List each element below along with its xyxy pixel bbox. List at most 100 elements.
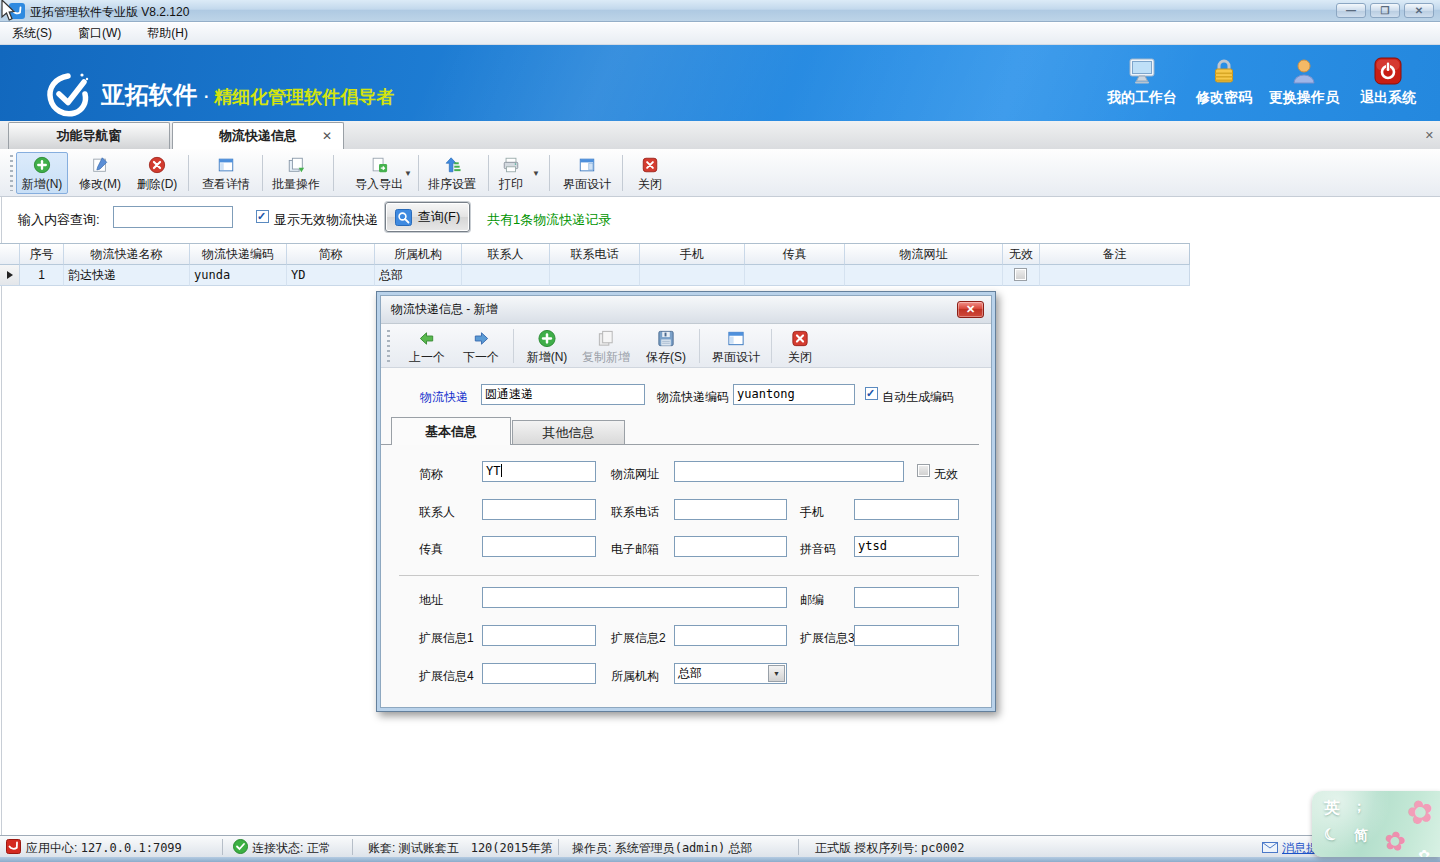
ext4-input[interactable] (482, 663, 596, 684)
close-button[interactable]: ✕ (1404, 3, 1434, 18)
restore-button[interactable]: ❐ (1370, 3, 1400, 18)
menu-help[interactable]: 帮助(H) (147, 25, 188, 42)
toolbar-import-export-button[interactable]: 导入导出 (347, 152, 411, 194)
workbench-button[interactable]: 我的工作台 (1104, 57, 1180, 107)
header-remark[interactable]: 备注 (1040, 244, 1190, 265)
dialog-next-button[interactable]: 下一个 (457, 326, 505, 366)
header-invalid[interactable]: 无效 (1003, 244, 1040, 265)
message-icon[interactable] (1262, 842, 1278, 853)
close-icon (640, 156, 660, 174)
org-select[interactable]: 总部 ▼ (674, 663, 787, 684)
toolbar-batch-button[interactable]: 批量操作 (264, 152, 328, 194)
org-dropdown-button[interactable]: ▼ (768, 665, 785, 682)
dialog-design-button[interactable]: 界面设计 (707, 326, 765, 366)
toolbar-delete-button[interactable]: 删除(D) (131, 152, 183, 194)
contact-input[interactable] (482, 499, 596, 520)
tab-other-info[interactable]: 其他信息 (512, 420, 625, 445)
auto-code-checkbox[interactable] (865, 387, 878, 400)
change-password-button[interactable]: 修改密码 (1195, 57, 1253, 107)
url-input[interactable] (674, 461, 904, 482)
next-icon (471, 329, 491, 348)
print-caret-icon[interactable]: ▼ (532, 169, 540, 178)
toolbar-edit-button[interactable]: 修改(M) (74, 152, 126, 194)
show-invalid-checkbox[interactable] (256, 210, 269, 223)
toolbar-grip (10, 155, 13, 191)
header-abbr[interactable]: 简称 (287, 244, 375, 265)
tabstrip-close-icon[interactable]: ✕ (1425, 129, 1434, 142)
menubar: 系统(S) 窗口(W) 帮助(H) (0, 23, 1440, 45)
header-phone[interactable]: 联系电话 (550, 244, 640, 265)
mobile-input[interactable] (854, 499, 959, 520)
header-url[interactable]: 物流网址 (845, 244, 1003, 265)
ime-punct-indicator[interactable]: ； (1352, 798, 1366, 816)
header-seq[interactable]: 序号 (20, 244, 64, 265)
minimize-button[interactable]: — (1336, 3, 1366, 18)
fax-input[interactable] (482, 536, 596, 557)
logistics-name-input[interactable]: 圆通速递 (481, 384, 645, 405)
ext3-input[interactable] (854, 625, 959, 646)
import-export-caret-icon[interactable]: ▼ (404, 169, 412, 178)
table-row[interactable]: 1 韵达快递 yunda YD 总部 (0, 265, 1190, 286)
url-label: 物流网址 (611, 466, 659, 483)
tab-close-icon[interactable]: ✕ (321, 130, 333, 142)
user-icon (1290, 57, 1318, 85)
batch-icon (286, 156, 306, 174)
search-input[interactable] (113, 206, 233, 228)
tab-nav-window[interactable]: 功能导航窗 (8, 122, 170, 149)
header-code[interactable]: 物流快递编码 (190, 244, 287, 265)
dialog-close-toolbar-button[interactable]: 关闭 (779, 326, 821, 366)
ime-toolbar[interactable]: ✿ ✿ ✿ 英 ； ☾ 简 (1312, 791, 1440, 857)
zip-input[interactable] (854, 587, 959, 608)
ext2-input[interactable] (674, 625, 787, 646)
menu-system[interactable]: 系统(S) (12, 25, 52, 42)
toolbar-add-button[interactable]: 新增(N) (16, 152, 68, 194)
header-name[interactable]: 物流快递名称 (64, 244, 190, 265)
window-bottom-frame (0, 857, 1440, 862)
tab-basic-info[interactable]: 基本信息 (391, 417, 511, 445)
row-marker (0, 265, 20, 286)
toolbar-print-button[interactable]: 打印 (489, 152, 533, 194)
prev-icon (417, 329, 437, 348)
ext2-label: 扩展信息2 (611, 630, 666, 647)
toolbar-detail-button[interactable]: 查看详情 (194, 152, 258, 194)
header-mobile[interactable]: 手机 (640, 244, 745, 265)
dialog-prev-button[interactable]: 上一个 (403, 326, 451, 366)
logistics-code-input[interactable]: yuantong (733, 384, 855, 405)
header-fax[interactable]: 传真 (745, 244, 845, 265)
chevron-down-icon: ▼ (773, 664, 780, 683)
tab-logistics-info[interactable]: 物流快递信息 ✕ (172, 122, 344, 149)
ime-moon-icon[interactable]: ☾ (1321, 823, 1342, 846)
header-org[interactable]: 所属机构 (375, 244, 462, 265)
switch-operator-button[interactable]: 更换操作员 (1268, 57, 1340, 107)
toolbar-design-button[interactable]: 界面设计 (555, 152, 619, 194)
exit-button[interactable]: 退出系统 (1358, 57, 1418, 107)
grid-header: 序号 物流快递名称 物流快递编码 简称 所属机构 联系人 联系电话 手机 传真 … (0, 243, 1190, 265)
abbr-input[interactable]: YT (482, 461, 596, 482)
query-button[interactable]: 查询(F) (385, 202, 470, 232)
address-input[interactable] (482, 587, 787, 608)
row-invalid-checkbox[interactable] (1014, 268, 1027, 281)
ime-english-indicator[interactable]: 英 (1324, 798, 1340, 819)
flower-icon: ✿ (1418, 847, 1430, 857)
brand-slogan: 精细化管理软件倡导者 (214, 85, 394, 109)
ime-simplified-indicator[interactable]: 简 (1354, 827, 1368, 845)
copy-icon (596, 329, 616, 348)
email-input[interactable] (674, 536, 787, 557)
statusbar: 应用中心: 127.0.0.1:7099 连接状态: 正常 账套: 测试账套五 … (0, 835, 1440, 857)
menu-window[interactable]: 窗口(W) (78, 25, 121, 42)
toolbar-sort-button[interactable]: 排序设置 (420, 152, 484, 194)
close-icon (790, 329, 810, 348)
pinyin-input[interactable]: ytsd (854, 536, 959, 557)
header-contact[interactable]: 联系人 (462, 244, 550, 265)
dialog-close-button[interactable]: ✕ (957, 301, 984, 318)
dialog-copy-add-button[interactable]: 复制新增 (577, 326, 635, 366)
invalid-checkbox[interactable] (917, 464, 930, 477)
dialog-add-button[interactable]: 新增(N) (521, 326, 573, 366)
dialog-save-button[interactable]: 保存(S) (641, 326, 691, 366)
dialog-tabs: 基本信息 其他信息 (391, 417, 989, 445)
phone-input[interactable] (674, 499, 787, 520)
toolbar-close-button[interactable]: 关闭 (628, 152, 672, 194)
ext1-input[interactable] (482, 625, 596, 646)
mobile-label: 手机 (800, 504, 824, 521)
data-grid: 序号 物流快递名称 物流快递编码 简称 所属机构 联系人 联系电话 手机 传真 … (0, 243, 1190, 286)
